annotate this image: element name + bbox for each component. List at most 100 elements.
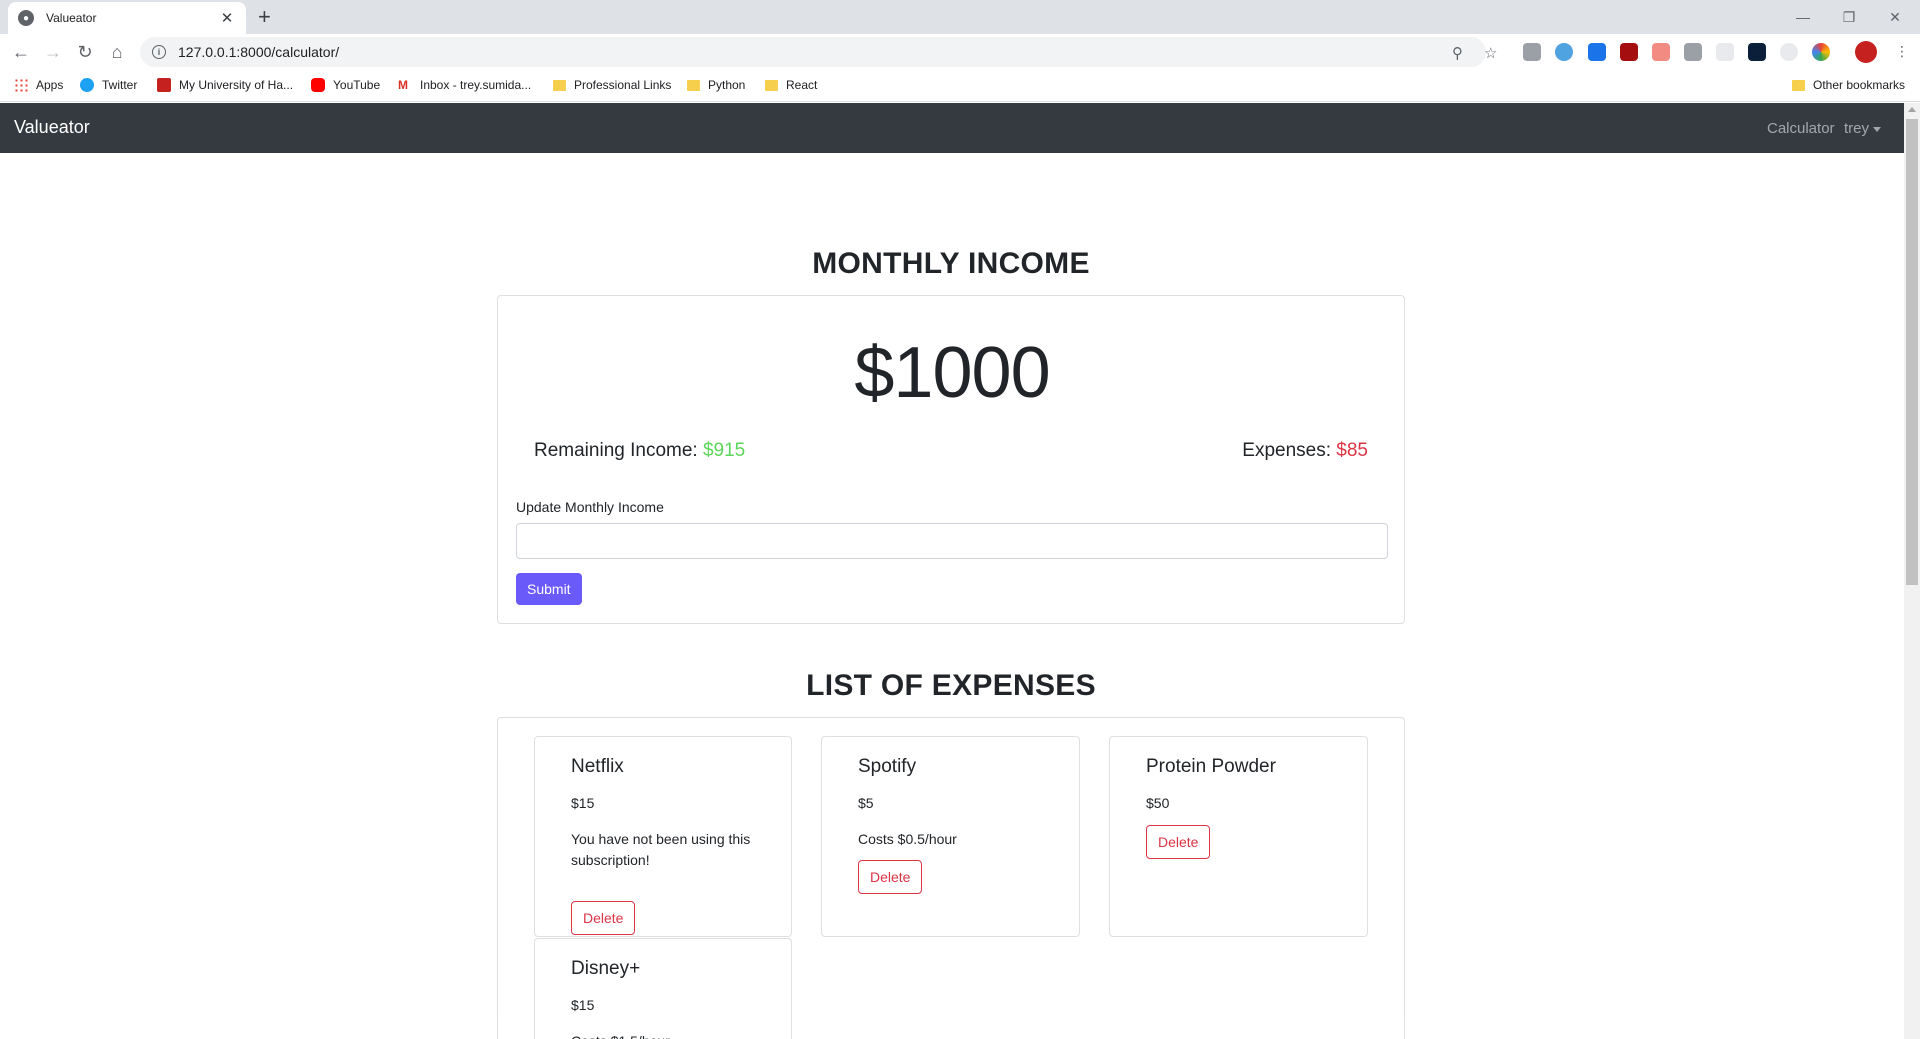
home-icon[interactable]: ⌂ <box>105 40 129 64</box>
expense-name: Protein Powder <box>1146 756 1276 777</box>
nav-calculator-link[interactable]: Calculator <box>1767 120 1835 137</box>
expense-note: Costs $1.5/hour <box>571 1031 771 1039</box>
bookmark-python[interactable]: Python <box>687 78 745 92</box>
restore-icon[interactable]: ❐ <box>1826 4 1872 30</box>
bookmark-university[interactable]: My University of Ha... <box>157 78 293 92</box>
expenses-label: Expenses: <box>1242 440 1332 461</box>
bookmark-other[interactable]: Other bookmarks <box>1792 78 1905 92</box>
forward-icon[interactable]: → <box>41 40 65 64</box>
browser-tab-strip: ● Valueator ✕ + — ❐ ✕ <box>0 0 1920 34</box>
user-dropdown[interactable]: trey <box>1844 120 1882 137</box>
remaining-income-label: Remaining Income: <box>534 440 698 461</box>
bookmark-inbox[interactable]: M Inbox - trey.sumida... <box>398 78 531 92</box>
folder-icon <box>1792 79 1805 91</box>
extension-icon[interactable] <box>1523 43 1541 61</box>
monthly-income-amount: $1000 <box>854 333 1050 413</box>
expense-name: Spotify <box>858 756 917 777</box>
profile-avatar[interactable] <box>1855 41 1877 63</box>
new-tab-button[interactable]: + <box>258 6 271 28</box>
bookmark-label: Twitter <box>102 78 138 92</box>
site-navbar: Valueator Calculator trey <box>0 103 1904 153</box>
monthly-income-heading: MONTHLY INCOME <box>812 247 1090 280</box>
extension-color-icon[interactable] <box>1812 43 1830 61</box>
address-bar[interactable]: i 127.0.0.1:8000/calculator/ ⚲ ☆ <box>140 37 1497 67</box>
expense-cost: $50 <box>1146 795 1170 811</box>
expense-card-disney-plus: Disney+ $15 Costs $1.5/hour <box>534 938 792 1039</box>
bookmark-react[interactable]: React <box>765 78 817 92</box>
extension-cloud-icon[interactable] <box>1555 43 1573 61</box>
back-icon[interactable]: ← <box>9 40 33 64</box>
page-scrollbar[interactable] <box>1904 103 1920 1039</box>
expenses-value: $85 <box>1336 440 1368 461</box>
expense-cost: $5 <box>858 795 874 811</box>
folder-icon <box>553 79 566 91</box>
bookmark-apps[interactable]: Apps <box>14 78 63 92</box>
star-icon[interactable]: ☆ <box>1484 44 1497 62</box>
url-text[interactable]: 127.0.0.1:8000/calculator/ <box>178 44 339 60</box>
zoom-icon[interactable]: ⚲ <box>1452 44 1463 62</box>
bookmarks-bar: Apps Twitter My University of Ha... YouT… <box>0 70 1920 102</box>
scrollbar-thumb[interactable] <box>1906 119 1918 585</box>
bookmark-label: Apps <box>36 78 64 92</box>
expenses-heading: LIST OF EXPENSES <box>806 669 1096 702</box>
caret-down-icon <box>1873 126 1882 132</box>
update-income-label: Update Monthly Income <box>516 499 664 515</box>
tab-title: Valueator <box>46 11 97 25</box>
scroll-up-arrow-icon[interactable] <box>1908 107 1916 112</box>
extension-pdf-icon[interactable] <box>1652 43 1670 61</box>
expense-note: You have not been using this subscriptio… <box>571 831 751 868</box>
extension-off-icon[interactable] <box>1588 43 1606 61</box>
delete-button[interactable]: Delete <box>1146 825 1211 859</box>
extension-icon[interactable] <box>1748 43 1766 61</box>
bookmark-label: Other bookmarks <box>1813 78 1906 92</box>
bookmark-label: Inbox - trey.sumida... <box>420 78 532 92</box>
delete-button[interactable]: Delete <box>571 901 636 935</box>
bookmark-label: My University of Ha... <box>179 78 294 92</box>
bookmark-label: React <box>786 78 818 92</box>
remaining-income: Remaining Income: $915 <box>534 440 745 462</box>
expense-card-protein-powder: Protein Powder $50 Delete <box>1109 736 1368 937</box>
menu-kebab-icon[interactable]: ⋮ <box>1895 43 1909 60</box>
browser-toolbar: ← → ↻ ⌂ i 127.0.0.1:8000/calculator/ ⚲ ☆… <box>0 34 1920 70</box>
brand-link[interactable]: Valueator <box>14 117 90 138</box>
folder-icon <box>765 79 778 91</box>
expense-name: Netflix <box>571 756 624 777</box>
bookmark-professional-links[interactable]: Professional Links <box>553 78 671 92</box>
bookmark-twitter[interactable]: Twitter <box>80 78 137 92</box>
bookmark-youtube[interactable]: YouTube <box>311 78 380 92</box>
apps-grid-icon <box>14 78 28 92</box>
bookmark-label: Professional Links <box>574 78 672 92</box>
expense-cost: $15 <box>571 997 595 1013</box>
income-card: $1000 Remaining Income: $915 Expenses: $… <box>497 295 1405 624</box>
globe-icon: ● <box>18 10 34 26</box>
delete-button[interactable]: Delete <box>858 860 923 894</box>
close-tab-icon[interactable]: ✕ <box>218 9 236 27</box>
remaining-income-value: $915 <box>702 440 746 461</box>
browser-tab[interactable]: ● Valueator ✕ <box>8 2 246 34</box>
bookmark-label: Python <box>708 78 746 92</box>
bookmark-label: YouTube <box>333 78 381 92</box>
extension-icon[interactable] <box>1780 43 1798 61</box>
expenses-card: Netflix $15 You have not been using this… <box>497 717 1405 1039</box>
expense-card-netflix: Netflix $15 You have not been using this… <box>534 736 792 937</box>
monthly-income-input[interactable] <box>516 523 1388 559</box>
user-name: trey <box>1844 120 1870 137</box>
university-icon <box>157 78 171 92</box>
expense-name: Disney+ <box>571 958 641 979</box>
youtube-icon <box>311 78 325 92</box>
extension-icon[interactable] <box>1684 43 1702 61</box>
submit-button[interactable]: Submit <box>516 573 582 605</box>
extension-icon[interactable] <box>1716 43 1734 61</box>
total-expenses: Expenses: $85 <box>1242 440 1368 462</box>
twitter-icon <box>80 78 94 92</box>
expense-cost: $15 <box>571 795 595 811</box>
minimize-icon[interactable]: — <box>1780 4 1826 30</box>
reload-icon[interactable]: ↻ <box>73 40 97 64</box>
expense-note: Costs $0.5/hour <box>858 831 957 847</box>
close-window-icon[interactable]: ✕ <box>1872 4 1918 30</box>
expense-card-spotify: Spotify $5 Costs $0.5/hour Delete <box>821 736 1080 937</box>
extension-shield-icon[interactable] <box>1620 43 1638 61</box>
gmail-icon: M <box>398 78 412 92</box>
site-info-icon[interactable]: i <box>152 45 166 59</box>
folder-icon <box>687 79 700 91</box>
